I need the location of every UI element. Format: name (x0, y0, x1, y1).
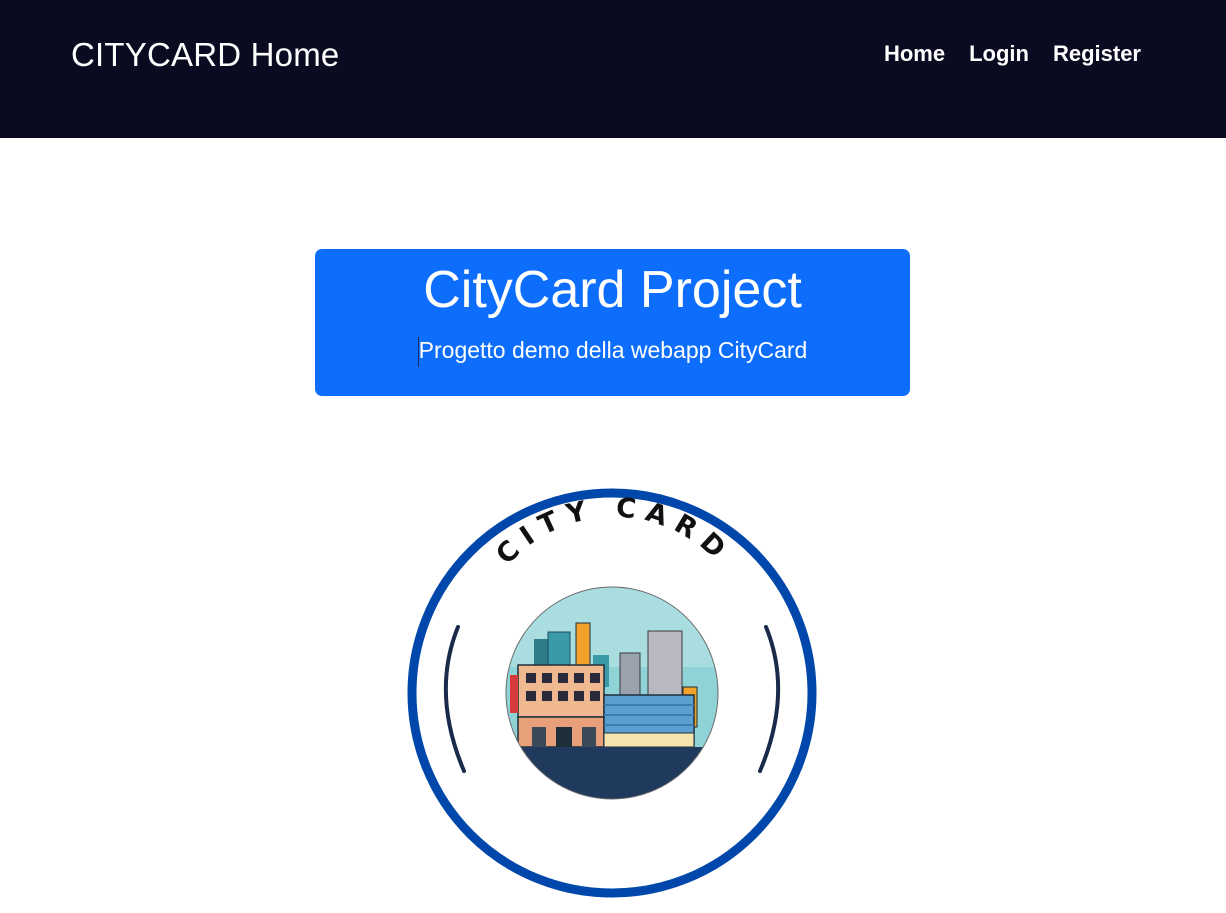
hero-subtitle-text: Progetto demo della webapp CityCard (418, 337, 808, 363)
hero-banner: CityCard Project Progetto demo della web… (315, 249, 910, 396)
nav-home-link[interactable]: Home (884, 38, 945, 70)
citycard-logo: CITY CARD (407, 488, 817, 898)
hero-title: CityCard Project (423, 261, 802, 319)
nav-login-link[interactable]: Login (969, 38, 1029, 70)
nav-register-link[interactable]: Register (1053, 38, 1141, 70)
nav-links: Home Login Register (884, 38, 1141, 70)
hero-subtitle: Progetto demo della webapp CityCard (315, 334, 910, 367)
navbar: CITYCARD Home Home Login Register (0, 0, 1226, 138)
brand-link[interactable]: CITYCARD Home (71, 34, 339, 76)
